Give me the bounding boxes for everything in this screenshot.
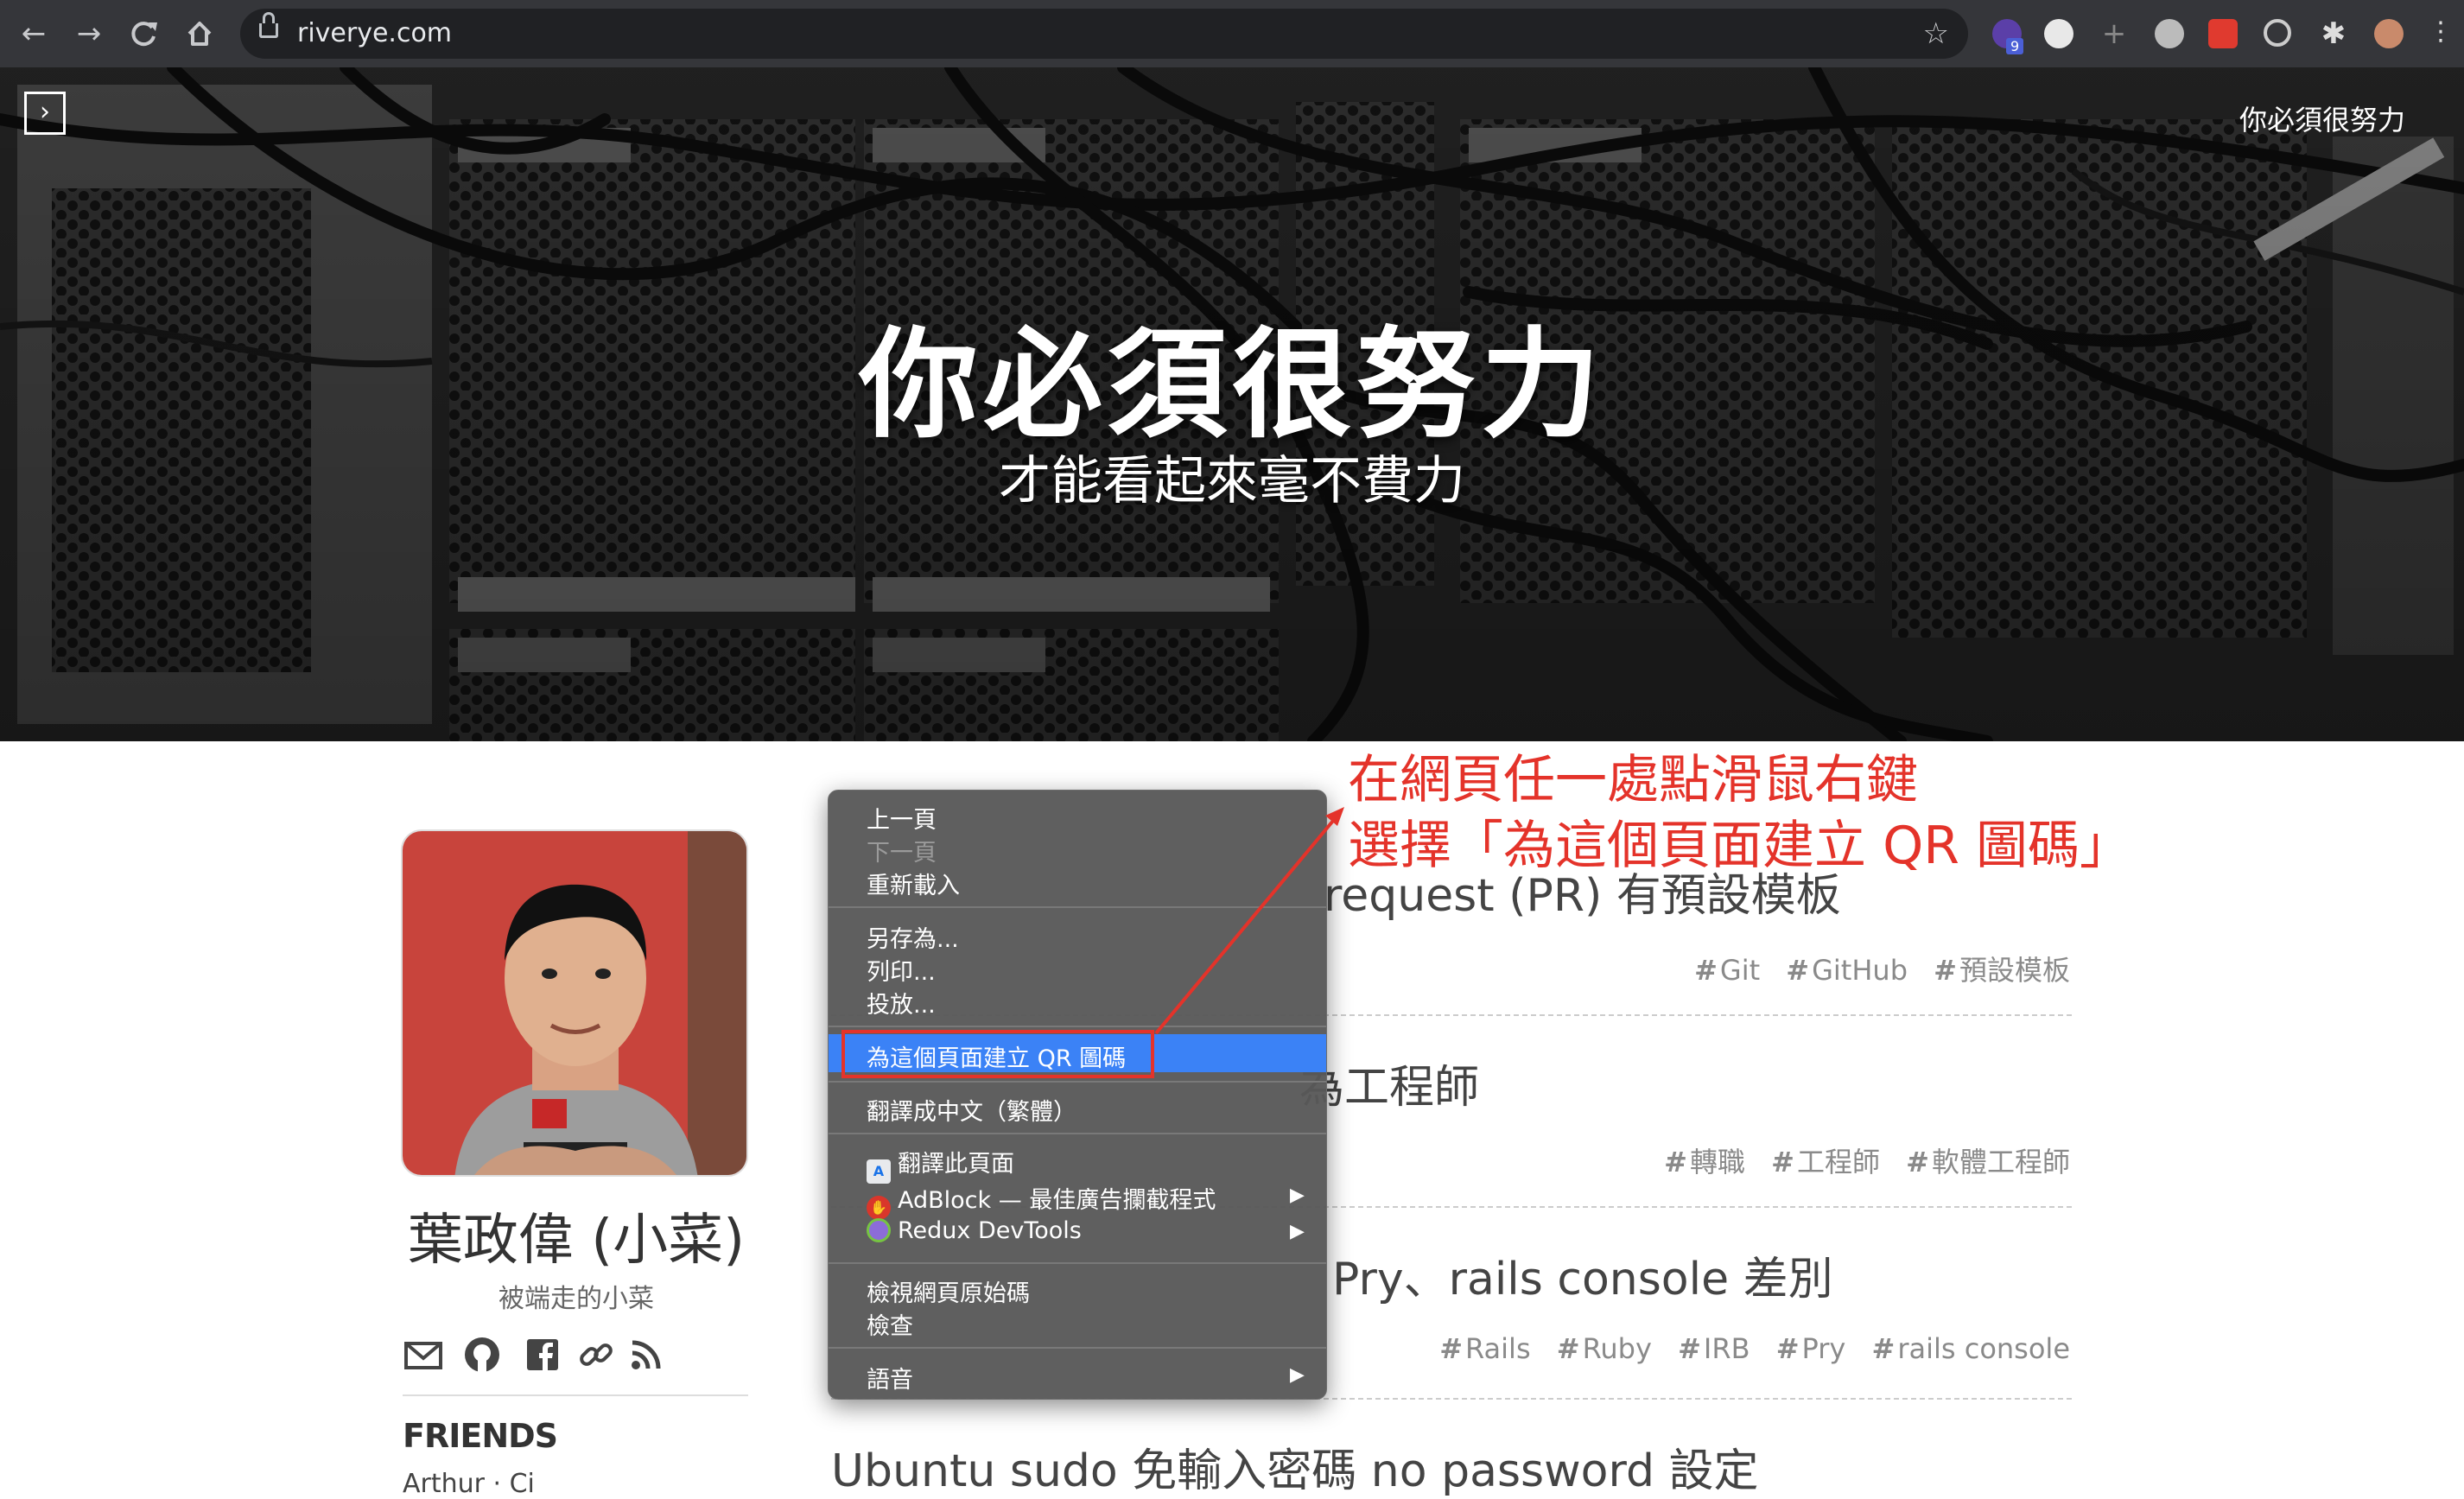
tag-link[interactable]: #工程師 (1771, 1146, 1880, 1178)
menu-separator (829, 1347, 1326, 1349)
tag-link[interactable]: #rails console (1872, 1332, 2070, 1365)
menu-separator (829, 906, 1326, 908)
post-tags-1: #Git #GitHub #預設模板 (1677, 949, 2070, 988)
menu-item-inspect[interactable]: 檢查 (867, 1307, 913, 1341)
home-icon[interactable] (178, 12, 221, 55)
facebook-icon[interactable] (522, 1334, 563, 1375)
post-title-4[interactable]: Ubuntu sudo 免輸入密碼 no password 設定 (831, 1434, 1759, 1499)
bookmark-star-icon[interactable]: ☆ (1923, 9, 1949, 59)
menu-item-translate-page[interactable]: A 翻譯此頁面 (867, 1145, 1014, 1184)
extension-icon-6[interactable] (2264, 19, 2291, 47)
reload-icon[interactable] (123, 12, 166, 55)
sidebar-divider (403, 1394, 748, 1396)
annotation-line-1: 在網頁任一處點滑鼠右鍵 (1348, 750, 1918, 810)
tag-link[interactable]: #軟體工程師 (1906, 1146, 2070, 1178)
hero-title: 你必須很努力 (858, 315, 1605, 454)
profile-name: 葉政偉 (小菜) (407, 1209, 746, 1273)
email-icon[interactable] (403, 1334, 444, 1375)
menu-separator (829, 1133, 1326, 1134)
google-translate-icon: A (867, 1159, 891, 1184)
rss-icon[interactable] (626, 1334, 667, 1375)
tag-link[interactable]: #Rails (1439, 1332, 1530, 1365)
tag-link[interactable]: #轉職 (1664, 1146, 1745, 1178)
hero-banner: › 你必須很努力 你必須很努力 才能看起來毫不費力 (0, 67, 2464, 741)
avatar (401, 829, 748, 1177)
menu-separator (829, 1262, 1326, 1264)
menu-item-translate-to[interactable]: 翻譯成中文（繁體） (867, 1093, 1076, 1127)
post-title-3[interactable]: Pry、rails console 差別 (1332, 1242, 1833, 1307)
post-tags-2: #轉職 #工程師 #軟體工程師 (1647, 1140, 2070, 1180)
extension-badge: 9 (2006, 38, 2024, 54)
nav-site-title[interactable]: 你必須很努力 (2239, 98, 2405, 138)
adblock-hand-icon: ✋ (867, 1196, 891, 1220)
menu-item-back[interactable]: 上一頁 (867, 801, 937, 835)
hero-subtitle: 才能看起來毫不費力 (999, 451, 1465, 511)
redux-devtools-icon (867, 1218, 891, 1242)
menu-item-forward: 下一頁 (867, 840, 937, 867)
extension-icon-4[interactable] (2155, 19, 2184, 48)
tag-link[interactable]: #IRB (1678, 1332, 1750, 1365)
menu-item-view-source[interactable]: 檢視網頁原始碼 (867, 1274, 1030, 1308)
submenu-arrow-icon: ▶ (1290, 1364, 1305, 1386)
friend-link[interactable]: Arthur · Ci (403, 1469, 535, 1499)
github-icon[interactable] (461, 1334, 503, 1375)
context-menu: 上一頁 下一頁 重新載入 另存為... 列印... 投放... 為這個頁面建立 … (828, 790, 1327, 1400)
lock-icon[interactable] (259, 12, 278, 38)
menu-item-redux-devtools[interactable]: Redux DevTools (867, 1217, 1082, 1244)
post-tags-3: #Rails #Ruby #IRB #Pry #rails console (1422, 1332, 2070, 1365)
menu-item-cast[interactable]: 投放... (867, 986, 936, 1019)
submenu-arrow-icon: ▶ (1290, 1185, 1305, 1206)
profile-bio: 被端走的小菜 (499, 1284, 654, 1314)
link-icon[interactable] (575, 1334, 617, 1375)
menu-item-save-as[interactable]: 另存為... (867, 920, 959, 954)
menu-separator (829, 1026, 1326, 1027)
menu-item-speech[interactable]: 語音 (867, 1361, 913, 1394)
menu-item-print[interactable]: 列印... (867, 953, 936, 987)
tag-link[interactable]: #Ruby (1557, 1332, 1652, 1365)
extension-icon-3[interactable]: + (2099, 19, 2129, 48)
menu-kebab-icon[interactable]: ⋮ (2428, 19, 2454, 48)
annotation-line-2: 選擇「為這個頁面建立 QR 圖碼」 (1348, 816, 2132, 876)
menu-separator (829, 1081, 1326, 1083)
menu-item-adblock[interactable]: ✋ AdBlock — 最佳廣告攔截程式 (867, 1181, 1216, 1220)
submenu-arrow-icon: ▶ (1290, 1221, 1305, 1242)
browser-toolbar: ← → riverye.com ☆ 9 + ✱ ⋮ (0, 0, 2464, 67)
annotation-highlight-box (841, 1030, 1154, 1078)
profile-avatar-icon[interactable] (2374, 19, 2404, 48)
tag-link[interactable]: #Git (1694, 954, 1760, 987)
menu-item-reload[interactable]: 重新載入 (867, 867, 960, 900)
back-icon[interactable]: ← (12, 12, 55, 55)
tag-link[interactable]: #Pry (1776, 1332, 1846, 1365)
extension-icon-2[interactable] (2044, 19, 2073, 48)
url-text[interactable]: riverye.com (297, 9, 452, 59)
forward-icon[interactable]: → (67, 12, 111, 55)
puzzle-extensions-icon[interactable]: ✱ (2319, 19, 2348, 48)
friends-heading: FRIENDS (403, 1417, 558, 1455)
extension-icon-5[interactable] (2208, 19, 2238, 48)
address-bar[interactable]: riverye.com ☆ (240, 9, 1968, 59)
tag-link[interactable]: #GitHub (1786, 954, 1908, 987)
tag-link[interactable]: #預設模板 (1934, 954, 2070, 987)
sidebar-toggle-button[interactable]: › (24, 92, 66, 135)
